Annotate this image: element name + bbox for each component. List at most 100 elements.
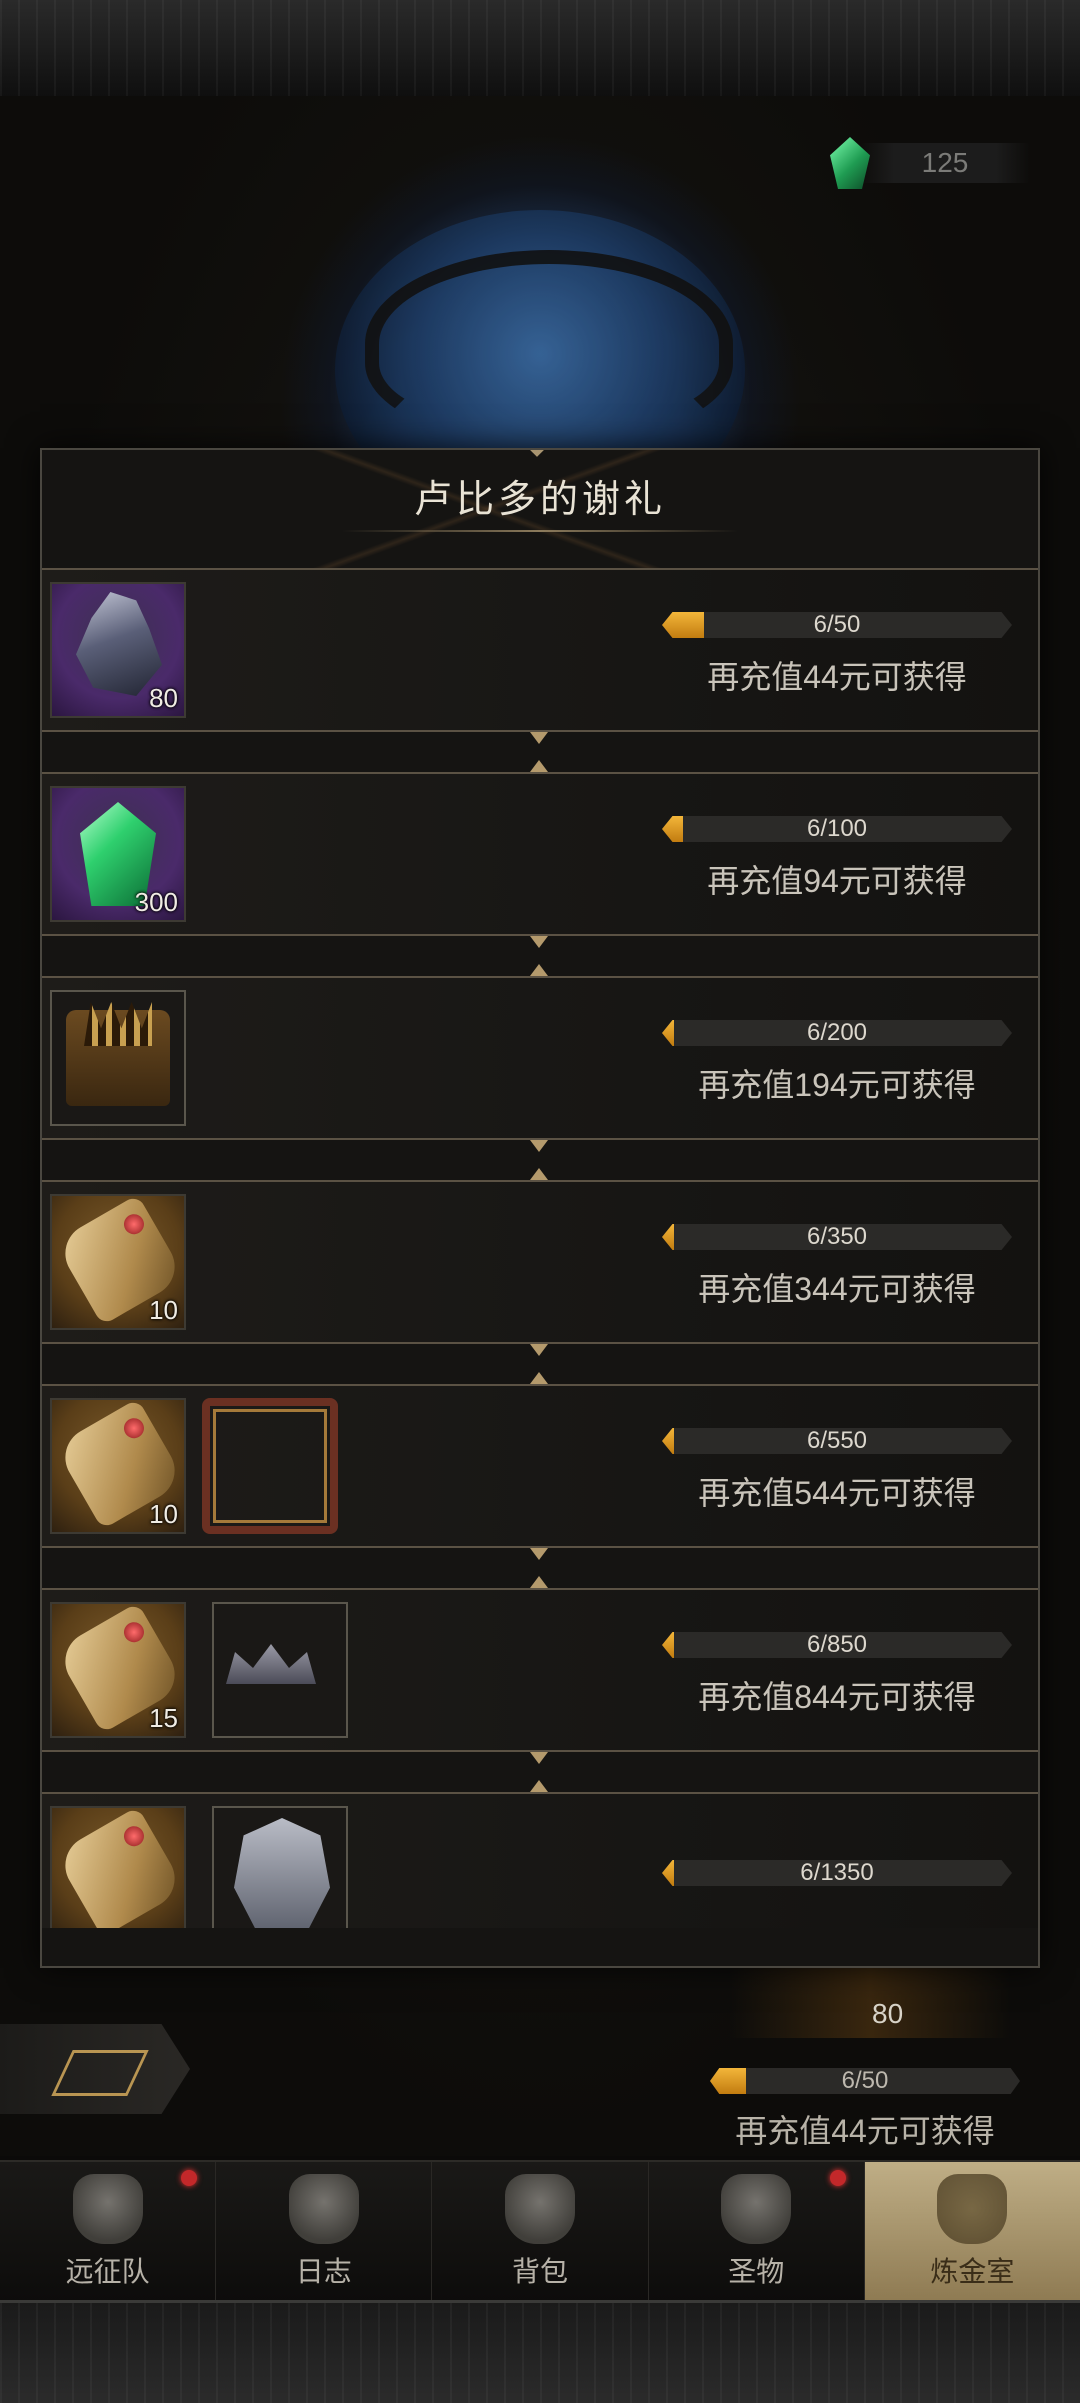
row-ornament-icon — [530, 1752, 548, 1764]
reward-row: 6/1350 — [42, 1780, 1038, 1928]
item-count: 80 — [149, 683, 178, 713]
nav-item[interactable]: 炼金室 — [864, 2162, 1080, 2302]
header-divider — [342, 530, 738, 532]
row-ornament-icon — [530, 1780, 548, 1792]
row-ornament-icon — [530, 760, 548, 772]
row-ornament-icon — [530, 964, 548, 976]
progress-text: 6/850 — [806, 1631, 868, 1658]
progress-block: 6/550 再充值544元可获得 — [662, 1428, 1012, 1514]
nav-item[interactable]: 圣物 — [649, 2162, 865, 2302]
reward-item-slot[interactable]: 300 — [50, 786, 186, 922]
item-count: 15 — [149, 1703, 178, 1733]
row-ornament-icon — [530, 1372, 548, 1384]
crown-icon — [226, 1644, 316, 1684]
nav-item[interactable]: 日志 — [216, 2162, 433, 2302]
item-count: 300 — [134, 887, 178, 917]
reward-item-slot[interactable] — [212, 1602, 348, 1738]
alchemy-icon — [937, 2174, 1008, 2244]
bottom-nav: 远征队 日志 背包 圣物 炼金室 — [0, 2160, 1080, 2302]
recharge-hint: 再充值344元可获得 — [698, 1271, 976, 1307]
reward-modal: 卢比多的谢礼 80 6/50 再充值44元可获得 300 6/100 再充值94元可获得 6… — [40, 448, 1040, 1968]
currency-amount: 125 — [860, 143, 1030, 183]
backpack-icon — [505, 2174, 575, 2244]
row-ornament-icon — [530, 1168, 548, 1180]
nav-label: 炼金室 — [930, 2256, 1015, 2287]
treasure-chest-icon — [66, 1010, 170, 1106]
row-ornament-icon — [530, 1344, 548, 1356]
item-count: 10 — [149, 1295, 178, 1325]
reward-row: 10 6/350 再充值344元可获得 — [42, 1168, 1038, 1356]
progress-block: 6/1350 — [662, 1860, 1012, 1886]
background-progress-bar: 6/50 — [710, 2068, 1020, 2094]
progress-block: 6/200 再充值194元可获得 — [662, 1020, 1012, 1106]
progress-text: 6/1350 — [800, 1859, 874, 1886]
background-hint: 再充值44元可获得 — [735, 2113, 995, 2149]
progress-text: 6/50 — [813, 611, 861, 638]
reward-item-slot[interactable] — [50, 1806, 186, 1928]
progress-text: 6/350 — [806, 1223, 868, 1250]
progress-block: 6/100 再充值94元可获得 — [662, 816, 1012, 902]
nav-item[interactable]: 远征队 — [0, 2162, 217, 2302]
top-ornament-frame — [0, 0, 1080, 99]
reward-list[interactable]: 80 6/50 再充值44元可获得 300 6/100 再充值94元可获得 6/200 再充值… — [42, 568, 1038, 1928]
reward-item-slot[interactable] — [50, 990, 186, 1126]
reward-item-slot[interactable] — [212, 1806, 348, 1928]
progress-bar: 6/50 — [662, 612, 1012, 638]
progress-bar: 6/550 — [662, 1428, 1012, 1454]
reward-row: 6/200 再充值194元可获得 — [42, 964, 1038, 1152]
progress-bar: 6/100 — [662, 816, 1012, 842]
reward-row: 10 6/550 再充值544元可获得 — [42, 1372, 1038, 1560]
nav-label: 远征队 — [65, 2256, 150, 2287]
modal-header: 卢比多的谢礼 — [42, 450, 1038, 568]
recharge-hint: 再充值544元可获得 — [698, 1475, 976, 1511]
modal-title: 卢比多的谢礼 — [413, 479, 666, 521]
recharge-hint: 再充值844元可获得 — [698, 1679, 976, 1715]
progress-bar: 6/200 — [662, 1020, 1012, 1046]
row-ornament-icon — [530, 732, 548, 744]
progress-block: 6/850 再充值844元可获得 — [662, 1632, 1012, 1718]
reward-item-slot[interactable]: 10 — [50, 1194, 186, 1330]
notification-dot-icon — [181, 2170, 198, 2186]
viking-helmet-icon — [72, 2174, 143, 2244]
row-ornament-icon — [530, 1140, 548, 1152]
portrait-frame-icon — [202, 1398, 338, 1534]
reward-item-slot[interactable] — [202, 1398, 338, 1534]
bottom-ornament-frame — [0, 2300, 1080, 2403]
progress-text: 6/200 — [806, 1019, 868, 1046]
notification-dot-icon — [829, 2170, 846, 2186]
reward-item-slot[interactable]: 80 — [50, 582, 186, 718]
scroll-icon — [54, 1808, 184, 1928]
reward-row: 15 6/850 再充值844元可获得 — [42, 1576, 1038, 1764]
progress-bar: 6/1350 — [662, 1860, 1012, 1886]
background-progress-text: 6/50 — [841, 2067, 889, 2094]
recharge-hint: 再充值94元可获得 — [707, 863, 967, 899]
progress-block: 6/350 再充值344元可获得 — [662, 1224, 1012, 1310]
currency-display: 125 — [830, 137, 1030, 189]
reward-row: 300 6/100 再充值94元可获得 — [42, 760, 1038, 948]
progress-block: 6/50 再充值44元可获得 — [662, 612, 1012, 698]
nav-label: 日志 — [295, 2256, 352, 2287]
row-ornament-icon — [530, 1576, 548, 1588]
nav-item[interactable]: 背包 — [432, 2162, 649, 2302]
reward-row: 80 6/50 再充值44元可获得 — [42, 568, 1038, 744]
helmet-icon — [234, 1818, 330, 1928]
reward-item-slot[interactable]: 15 — [50, 1602, 186, 1738]
header-diamond-icon — [527, 450, 547, 457]
relic-icon — [721, 2174, 792, 2244]
progress-bar: 6/850 — [662, 1632, 1012, 1658]
row-ornament-icon — [530, 1548, 548, 1560]
progress-text: 6/100 — [806, 815, 868, 842]
recharge-hint: 再充值194元可获得 — [698, 1067, 976, 1103]
background-reward-item — [730, 1968, 1010, 2038]
recharge-hint: 再充值44元可获得 — [707, 659, 967, 695]
progress-bar: 6/350 — [662, 1224, 1012, 1250]
journal-icon — [288, 2174, 359, 2244]
progress-text: 6/550 — [806, 1427, 868, 1454]
nav-label: 圣物 — [728, 2256, 785, 2287]
item-count: 10 — [149, 1499, 178, 1529]
background-item-count: 80 — [872, 1998, 904, 2029]
row-ornament-icon — [530, 936, 548, 948]
nav-label: 背包 — [512, 2256, 569, 2287]
reward-item-slot[interactable]: 10 — [50, 1398, 186, 1534]
ore-icon — [76, 592, 162, 696]
